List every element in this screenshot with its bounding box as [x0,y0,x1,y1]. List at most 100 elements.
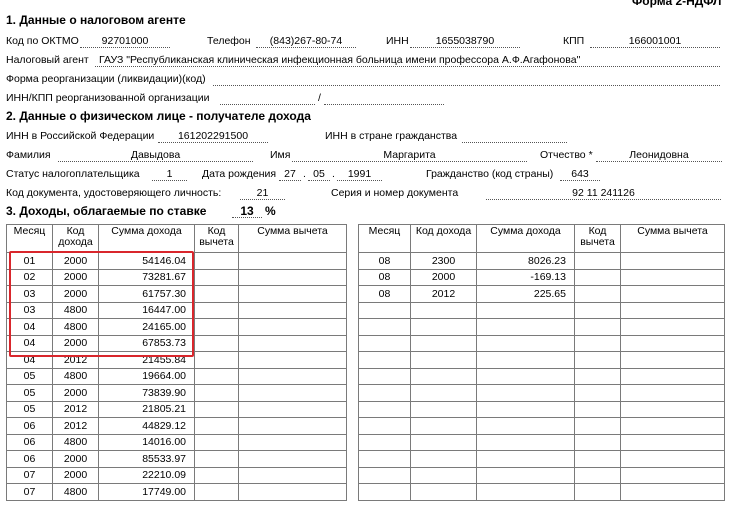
row-income-code: 2000 [52,450,99,468]
row-month: 04 [6,351,53,369]
row-income-sum [476,384,575,402]
reorg-kpp-line [324,104,444,105]
row-deduction-code [574,433,621,451]
row-deduction-code [574,367,621,385]
table-row: 03 2000 61757.30 [6,285,347,303]
row-deduction-sum [620,400,725,418]
table-row [358,450,725,468]
row-income-sum [476,466,575,484]
row-deduction-code [574,450,621,468]
row-income-sum: 67853.73 [98,334,195,352]
row-month: 07 [6,483,53,501]
table-row: 05 4800 19664.00 [6,367,347,385]
table-row: 01 2000 54146.04 [6,252,347,270]
row-income-code [410,483,477,501]
table-row [358,384,725,402]
row-income-code: 2012 [52,417,99,435]
section1-title: 1. Данные о налоговом агенте [6,13,186,27]
row-income-sum: 17749.00 [98,483,195,501]
row-income-code [410,318,477,336]
table-row: 04 4800 24165.00 [6,318,347,336]
row-month: 06 [6,417,53,435]
patronymic-line [596,161,722,162]
reorg-line [213,85,720,86]
doc-number-value: 92 11 241126 [572,187,635,199]
surname-label: Фамилия [6,149,51,161]
table-row [358,433,725,451]
dob-dot-1: . [303,168,306,180]
patronymic-label: Отчество * [540,149,593,161]
header-deduction-sum: Сумма вычета [620,224,725,253]
status-line [152,180,187,181]
row-income-code: 2000 [52,384,99,402]
table-row [358,318,725,336]
row-income-sum [476,351,575,369]
row-income-sum: 19664.00 [98,367,195,385]
row-month: 08 [358,285,411,303]
table-row: 06 4800 14016.00 [6,433,347,451]
row-deduction-code [194,417,239,435]
doc-code-label: Код документа, удостоверяющего личность: [6,187,222,199]
reorg-inn-line [220,104,315,105]
row-deduction-sum [238,252,347,270]
row-deduction-sum [238,450,347,468]
row-deduction-code [194,268,239,286]
row-income-sum [476,318,575,336]
dob-year-line [337,180,382,181]
row-month [358,400,411,418]
row-income-code: 2000 [52,285,99,303]
row-income-sum: 21455.84 [98,351,195,369]
row-deduction-code [194,466,239,484]
row-income-code: 2000 [52,334,99,352]
agent-value: ГАУЗ "Республиканская клиническая инфекц… [99,54,581,66]
status-value: 1 [166,168,173,180]
table-row [358,301,725,319]
row-deduction-sum [238,351,347,369]
table-row: 05 2012 21805.21 [6,400,347,418]
row-deduction-code [194,450,239,468]
row-deduction-code [574,301,621,319]
header-month: Месяц [358,224,411,253]
row-income-sum [476,433,575,451]
row-deduction-code [194,351,239,369]
row-deduction-sum [620,384,725,402]
reorg-inn-label: ИНН/КПП реорганизованной организации [6,92,210,104]
doc-number-line [486,199,721,200]
row-deduction-sum [620,318,725,336]
row-income-sum: 85533.97 [98,450,195,468]
row-income-sum: 14016.00 [98,433,195,451]
inn-value: 1655038790 [435,35,495,47]
agent-label: Налоговый агент [6,54,89,66]
header-month: Месяц [6,224,53,253]
citizenship-line [560,180,600,181]
row-income-code: 2000 [52,252,99,270]
dob-day: 27 [284,168,296,180]
row-month [358,318,411,336]
dob-label: Дата рождения [202,168,277,180]
row-deduction-sum [620,268,725,286]
table-row: 08 2012 225.65 [358,285,725,303]
row-income-sum: 8026.23 [476,252,575,270]
row-income-sum: 24165.00 [98,318,195,336]
row-income-sum: 54146.04 [98,252,195,270]
row-deduction-sum [620,417,725,435]
table-row: 07 2000 22210.09 [6,466,347,484]
row-deduction-sum [620,450,725,468]
oktmo-value: 92701000 [101,35,149,47]
header-deduction-code: Код вычета [574,224,621,253]
row-deduction-code [194,433,239,451]
row-month: 04 [6,334,53,352]
phone-label: Телефон [207,35,251,47]
row-income-sum: 21805.21 [98,400,195,418]
row-deduction-code [194,384,239,402]
row-income-sum [476,483,575,501]
dob-dot-2: . [332,168,335,180]
row-income-sum: 16447.00 [98,301,195,319]
patronymic-value: Леонидовна [629,149,689,161]
table-row [358,483,725,501]
dob-month: 05 [313,168,325,180]
rate-percent: % [265,204,276,218]
header-income-code: Код дохода [410,224,477,253]
row-deduction-sum [620,367,725,385]
table-row [358,466,725,484]
